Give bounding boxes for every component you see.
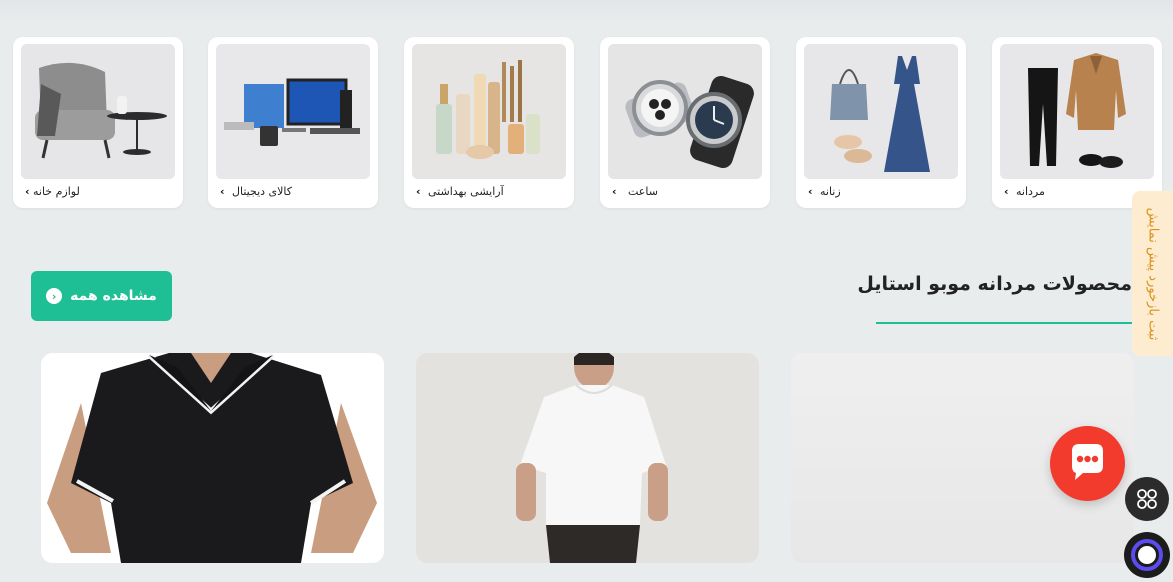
section-title: محصولات مردانه موبو استایل xyxy=(857,273,1132,295)
digital-goods-image xyxy=(216,44,370,179)
grid-menu-icon xyxy=(1137,489,1157,509)
section-title-underline xyxy=(876,322,1132,324)
top-background-strip xyxy=(0,0,1173,24)
category-label-row: ‹ لوازم خانه xyxy=(23,183,173,201)
chat-bubble-icon xyxy=(1072,444,1103,480)
category-label: کالای دیجیتال xyxy=(232,185,293,198)
category-card-home[interactable]: ‹ لوازم خانه xyxy=(13,37,183,208)
cosmetics-image xyxy=(412,44,566,179)
category-card-women[interactable]: ‹ زنانه xyxy=(796,37,966,208)
category-label-row: ‹ کالای دیجیتال xyxy=(218,183,368,201)
product-tshirt-image xyxy=(416,353,759,563)
support-ring-icon xyxy=(1131,539,1163,571)
category-label: زنانه xyxy=(820,185,841,198)
home-goods-image xyxy=(21,44,175,179)
category-card-watches[interactable]: ‹ ساعت xyxy=(600,37,770,208)
category-label-row: ‹ ساعت xyxy=(610,183,760,201)
view-all-label: مشاهده همه xyxy=(70,288,157,304)
chevron-left-icon: ‹ xyxy=(808,185,813,198)
category-card-digital[interactable]: ‹ کالای دیجیتال xyxy=(208,37,378,208)
preview-feedback-tab[interactable]: ثبت بازخورد پیش نمایش xyxy=(1132,191,1173,356)
category-label: ساعت xyxy=(628,185,658,198)
chevron-left-icon: ‹ xyxy=(416,185,421,198)
product-card[interactable] xyxy=(416,353,759,563)
category-card-cosmetics[interactable]: ‹ آرایشی بهداشتی xyxy=(404,37,574,208)
category-label: مردانه xyxy=(1016,185,1045,198)
chevron-left-icon: ‹ xyxy=(220,185,225,198)
product-polo-image xyxy=(41,353,384,563)
womenswear-image xyxy=(804,44,958,179)
support-button[interactable] xyxy=(1124,532,1170,578)
chevron-left-icon: ‹ xyxy=(46,288,63,304)
view-all-button[interactable]: مشاهده همه ‹ xyxy=(31,271,172,321)
category-label-row: ‹ زنانه xyxy=(806,183,956,201)
category-label: لوازم خانه xyxy=(33,185,80,198)
chat-button[interactable] xyxy=(1050,426,1125,501)
category-label-row: ‹ مردانه xyxy=(1002,183,1152,201)
menswear-image xyxy=(1000,44,1154,179)
chevron-left-icon: ‹ xyxy=(612,185,617,198)
chevron-left-icon: ‹ xyxy=(1004,185,1009,198)
category-label-row: ‹ آرایشی بهداشتی xyxy=(414,183,564,201)
category-label: آرایشی بهداشتی xyxy=(428,185,504,198)
watches-image xyxy=(608,44,762,179)
product-card[interactable] xyxy=(41,353,384,563)
preview-feedback-label: ثبت بازخورد پیش نمایش xyxy=(1145,207,1160,340)
category-card-men[interactable]: ‹ مردانه xyxy=(992,37,1162,208)
quick-menu-button[interactable] xyxy=(1125,477,1169,521)
chevron-left-icon: ‹ xyxy=(25,185,30,198)
